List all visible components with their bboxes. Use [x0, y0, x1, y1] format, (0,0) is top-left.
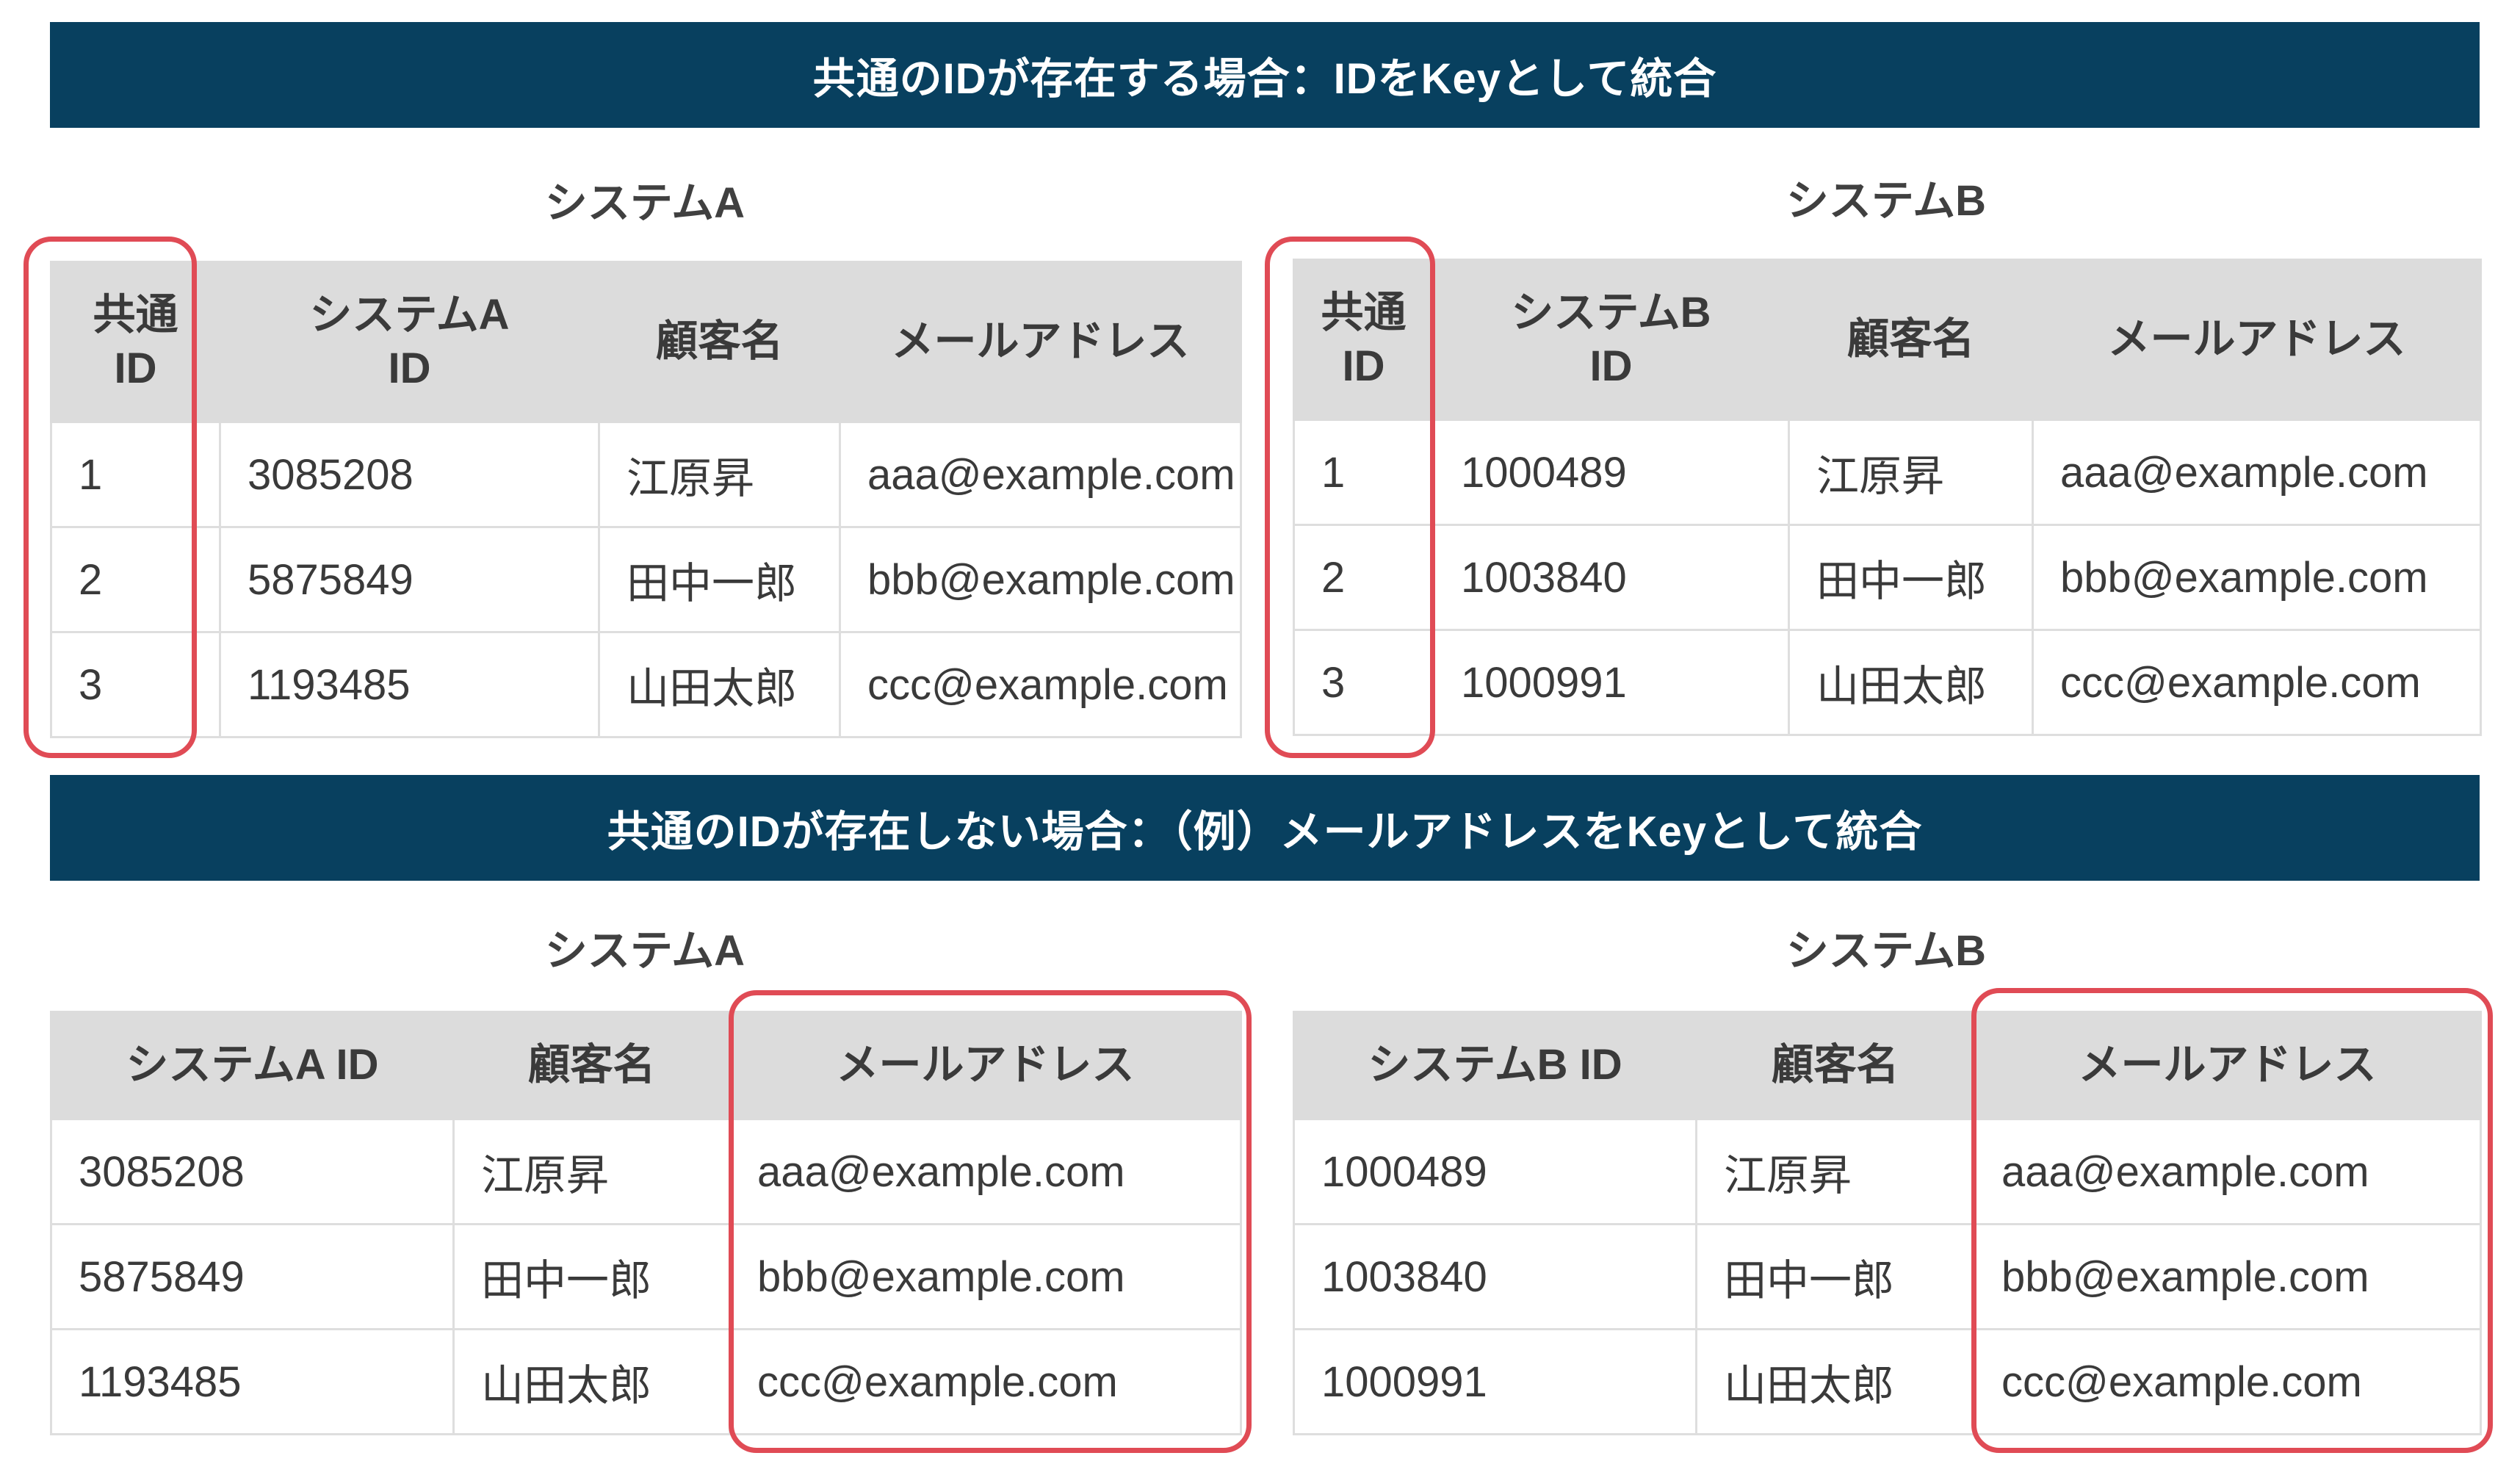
section1-system-a-table: 共通 ID システムA ID 顧客名 メールアドレス 1 3085208 江原昇…	[50, 261, 1242, 738]
header-email: メールアドレス	[839, 261, 1242, 423]
cell-system-id: 5875849	[219, 526, 600, 633]
cell-common-id: 3	[1293, 629, 1434, 736]
cell-common-id: 1	[50, 421, 221, 528]
header-email: メールアドレス	[2032, 259, 2482, 421]
section1-banner: 共通のIDが存在する場合：IDをKeyとして統合	[50, 22, 2480, 128]
section2-title: 共通のIDが存在しない場合：（例）メールアドレスをKeyとして統合	[607, 808, 1923, 856]
header-system-a-id: システムA ID	[219, 261, 600, 423]
header-customer-name: 顧客名	[1695, 1011, 1975, 1120]
cell-common-id: 3	[50, 631, 221, 738]
cell-customer-name: 山田太郎	[1695, 1328, 1975, 1435]
cell-common-id: 2	[1293, 524, 1434, 631]
cell-system-id: 3085208	[50, 1118, 455, 1225]
table-header-row: システムB ID 顧客名 メールアドレス	[1293, 1011, 2482, 1120]
table-row: 2 5875849 田中一郎 bbb@example.com	[50, 526, 1242, 633]
header-customer-name: 顧客名	[598, 261, 841, 423]
table-row: 1193485 山田太郎 ccc@example.com	[50, 1328, 1242, 1435]
header-system-b-id: システムB ID	[1293, 1011, 1697, 1120]
section1-system-a-caption: システムA	[544, 179, 745, 227]
cell-customer-name: 田中一郎	[1788, 524, 2034, 631]
cell-system-id: 1003840	[1432, 524, 1790, 631]
cell-email: bbb@example.com	[729, 1223, 1242, 1330]
section2-system-a-caption: システムA	[544, 927, 745, 975]
cell-email: bbb@example.com	[839, 526, 1242, 633]
table-row: 1000489 江原昇 aaa@example.com	[1293, 1118, 2482, 1225]
header-customer-name: 顧客名	[452, 1011, 731, 1120]
cell-email: bbb@example.com	[1973, 1223, 2482, 1330]
table-row: 3 1000991 山田太郎 ccc@example.com	[1293, 629, 2482, 736]
table-header-row: 共通 ID システムA ID 顧客名 メールアドレス	[50, 261, 1242, 423]
cell-system-id: 1193485	[219, 631, 600, 738]
cell-system-id: 1000991	[1293, 1328, 1697, 1435]
header-customer-name: 顧客名	[1788, 259, 2034, 421]
table-row: 1 3085208 江原昇 aaa@example.com	[50, 421, 1242, 528]
cell-system-id: 1000489	[1293, 1118, 1697, 1225]
cell-customer-name: 田中一郎	[598, 526, 841, 633]
header-system-b-id: システムB ID	[1432, 259, 1790, 421]
section1-title: 共通のIDが存在する場合：IDをKeyとして統合	[812, 55, 1717, 103]
section2-system-b-caption: システムB	[1786, 927, 1987, 975]
cell-customer-name: 江原昇	[452, 1118, 731, 1225]
cell-email: bbb@example.com	[2032, 524, 2482, 631]
table-row: 1 1000489 江原昇 aaa@example.com	[1293, 419, 2482, 526]
cell-email: ccc@example.com	[1973, 1328, 2482, 1435]
section2-system-a-table: システムA ID 顧客名 メールアドレス 3085208 江原昇 aaa@exa…	[50, 1011, 1242, 1435]
table-header-row: 共通 ID システムB ID 顧客名 メールアドレス	[1293, 259, 2482, 421]
section2-banner: 共通のIDが存在しない場合：（例）メールアドレスをKeyとして統合	[50, 775, 2480, 881]
cell-common-id: 1	[1293, 419, 1434, 526]
table-row: 3085208 江原昇 aaa@example.com	[50, 1118, 1242, 1225]
cell-system-id: 1000489	[1432, 419, 1790, 526]
cell-system-id: 1193485	[50, 1328, 455, 1435]
table-row: 2 1003840 田中一郎 bbb@example.com	[1293, 524, 2482, 631]
cell-email: aaa@example.com	[729, 1118, 1242, 1225]
header-common-id: 共通 ID	[50, 261, 221, 423]
cell-system-id: 1003840	[1293, 1223, 1697, 1330]
cell-customer-name: 江原昇	[598, 421, 841, 528]
cell-customer-name: 山田太郎	[452, 1328, 731, 1435]
header-email: メールアドレス	[1973, 1011, 2482, 1120]
cell-email: aaa@example.com	[839, 421, 1242, 528]
cell-email: ccc@example.com	[2032, 629, 2482, 736]
cell-customer-name: 田中一郎	[1695, 1223, 1975, 1330]
table-row: 1003840 田中一郎 bbb@example.com	[1293, 1223, 2482, 1330]
cell-customer-name: 江原昇	[1788, 419, 2034, 526]
cell-system-id: 5875849	[50, 1223, 455, 1330]
cell-customer-name: 田中一郎	[452, 1223, 731, 1330]
table-row: 5875849 田中一郎 bbb@example.com	[50, 1223, 1242, 1330]
cell-email: aaa@example.com	[1973, 1118, 2482, 1225]
table-row: 3 1193485 山田太郎 ccc@example.com	[50, 631, 1242, 738]
section1-system-b-caption: システムB	[1786, 177, 1987, 225]
header-email: メールアドレス	[729, 1011, 1242, 1120]
cell-customer-name: 山田太郎	[598, 631, 841, 738]
cell-common-id: 2	[50, 526, 221, 633]
cell-customer-name: 江原昇	[1695, 1118, 1975, 1225]
table-header-row: システムA ID 顧客名 メールアドレス	[50, 1011, 1242, 1120]
header-system-a-id: システムA ID	[50, 1011, 455, 1120]
cell-email: aaa@example.com	[2032, 419, 2482, 526]
cell-customer-name: 山田太郎	[1788, 629, 2034, 736]
cell-email: ccc@example.com	[839, 631, 1242, 738]
section1-system-b-table: 共通 ID システムB ID 顧客名 メールアドレス 1 1000489 江原昇…	[1293, 259, 2482, 736]
header-common-id: 共通 ID	[1293, 259, 1434, 421]
section2-system-b-table: システムB ID 顧客名 メールアドレス 1000489 江原昇 aaa@exa…	[1293, 1011, 2482, 1435]
cell-system-id: 1000991	[1432, 629, 1790, 736]
cell-system-id: 3085208	[219, 421, 600, 528]
cell-email: ccc@example.com	[729, 1328, 1242, 1435]
table-row: 1000991 山田太郎 ccc@example.com	[1293, 1328, 2482, 1435]
